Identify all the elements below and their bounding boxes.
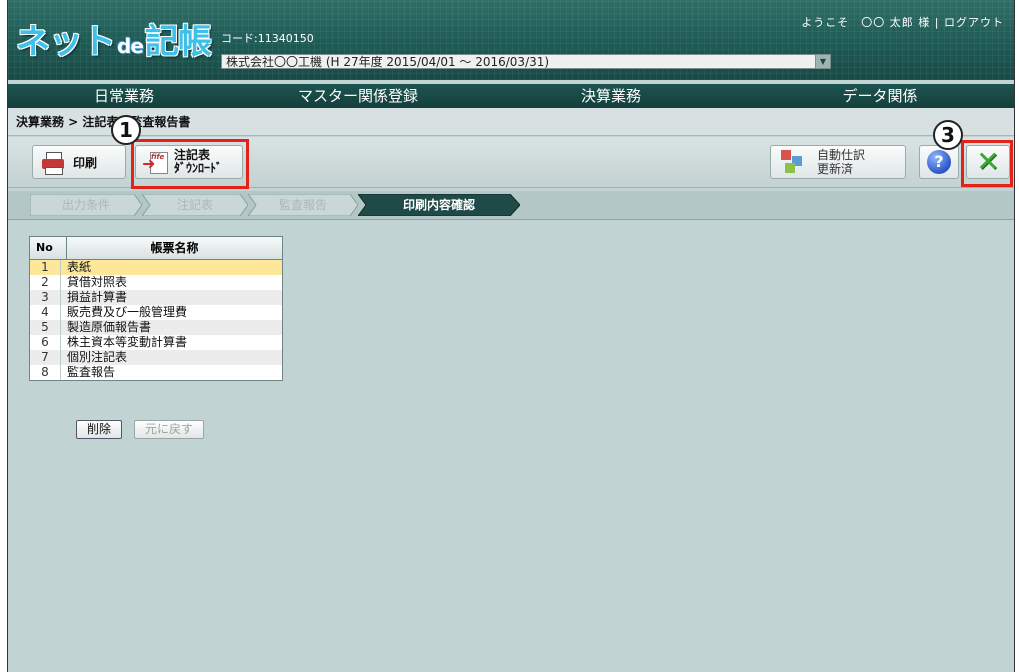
company-select[interactable]: 株式会社〇〇工機 (H 27年度 2015/04/01 ～ 2016/03/31… bbox=[221, 54, 831, 69]
help-button[interactable]: ? bbox=[919, 145, 959, 179]
table-actions: 削除 元に戻す bbox=[76, 420, 205, 439]
menu-master-registration[interactable]: マスター関係登録 bbox=[240, 84, 476, 108]
restore-button[interactable]: 元に戻す bbox=[134, 420, 205, 439]
company-code: コード:11340150 bbox=[221, 32, 314, 45]
printer-icon bbox=[41, 151, 65, 175]
print-label: 印刷 bbox=[73, 155, 98, 170]
step-audit-report[interactable]: 監査報告 bbox=[248, 194, 358, 216]
table-header: No 帳票名称 bbox=[30, 237, 282, 260]
column-header-no: No bbox=[30, 237, 67, 259]
table-row[interactable]: 8 監査報告 bbox=[30, 365, 282, 380]
annotation-number-3: 3 bbox=[933, 120, 963, 150]
step-bar: 出力条件 注記表 監査報告 印刷内容確認 bbox=[8, 191, 1014, 220]
annotation-box-download bbox=[131, 139, 249, 189]
app-logo: ネット de記帳 bbox=[16, 22, 212, 62]
table-row[interactable]: 2 貸借対照表 bbox=[30, 275, 282, 290]
print-button[interactable]: 印刷 bbox=[32, 145, 126, 179]
auto-label-2: 更新済 bbox=[817, 162, 854, 176]
report-list-table: No 帳票名称 1 表紙 2 貸借対照表 3 損益計算書 4 販売費及び一般管理費 5製… bbox=[29, 236, 283, 381]
menu-closing-tasks[interactable]: 決算業務 bbox=[476, 84, 746, 108]
chevron-down-icon[interactable]: ▼ bbox=[815, 55, 830, 68]
table-row[interactable]: 4 販売費及び一般管理費 bbox=[30, 305, 282, 320]
step-notes[interactable]: 注記表 bbox=[142, 194, 248, 216]
table-row[interactable]: 7 個別注記表 bbox=[30, 350, 282, 365]
menu-daily-tasks[interactable]: 日常業務 bbox=[8, 84, 240, 108]
company-select-value: 株式会社〇〇工機 (H 27年度 2015/04/01 ～ 2016/03/31… bbox=[226, 55, 550, 69]
table-row[interactable]: 1 表紙 bbox=[30, 260, 282, 275]
breadcrumb: 決算業務 > 注記表・監査報告書 bbox=[8, 108, 1014, 136]
annotation-number-1: 1 bbox=[111, 115, 141, 145]
app-window: ネット de記帳 コード:11340150 株式会社〇〇工機 (H 27年度 20… bbox=[7, 0, 1015, 672]
menu-data[interactable]: データ関係 bbox=[746, 84, 1014, 108]
delete-button[interactable]: 削除 bbox=[76, 420, 123, 439]
step-print-confirm[interactable]: 印刷内容確認 bbox=[358, 194, 520, 216]
annotation-box-close bbox=[961, 140, 1013, 187]
app-header: ネット de記帳 コード:11340150 株式会社〇〇工機 (H 27年度 20… bbox=[8, 0, 1014, 80]
column-header-name: 帳票名称 bbox=[150, 241, 199, 255]
auto-journal-icon bbox=[781, 150, 803, 174]
main-menu: 日常業務 マスター関係登録 決算業務 データ関係 bbox=[8, 84, 1014, 108]
table-row[interactable]: 6 株主資本等変動計算書 bbox=[30, 335, 282, 350]
auto-journal-button[interactable]: 自動仕訳 更新済 bbox=[770, 145, 906, 179]
step-output-conditions[interactable]: 出力条件 bbox=[30, 194, 142, 216]
table-row[interactable]: 3 損益計算書 bbox=[30, 290, 282, 305]
table-body: 1 表紙 2 貸借対照表 3 損益計算書 4 販売費及び一般管理費 5 製造原価報告書 6… bbox=[30, 260, 282, 380]
welcome-logout[interactable]: ようこそ 〇〇 太郎 様 | ログアウト bbox=[801, 14, 1004, 30]
help-icon: ? bbox=[927, 150, 951, 174]
auto-label-1: 自動仕訳 bbox=[817, 148, 866, 162]
table-row[interactable]: 5 製造原価報告書 bbox=[30, 320, 282, 335]
